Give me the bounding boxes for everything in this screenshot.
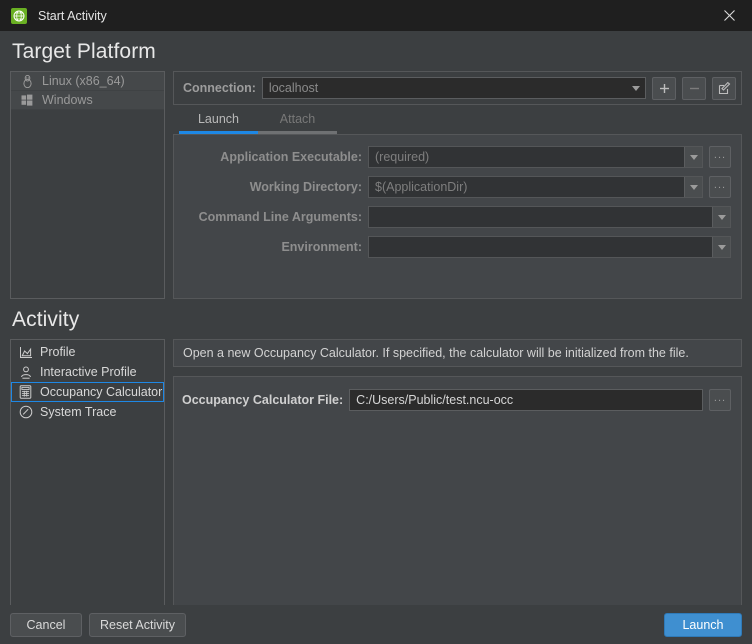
- activity-label-system-trace: System Trace: [40, 405, 116, 419]
- browse-occupancy-file-button[interactable]: ...: [709, 389, 731, 411]
- activity-item-interactive-profile[interactable]: Interactive Profile: [11, 362, 164, 382]
- tab-launch-underline: [179, 131, 258, 134]
- activity-list[interactable]: Profile Interactive Profile: [10, 339, 165, 605]
- activity-label-occupancy-calculator: Occupancy Calculator: [40, 385, 162, 399]
- environment-label: Environment:: [182, 240, 362, 254]
- form-row-working-directory: Working Directory: $(ApplicationDir) ...: [182, 176, 731, 198]
- chevron-down-icon[interactable]: [712, 237, 730, 257]
- platform-label-windows: Windows: [42, 93, 93, 107]
- command-line-arguments-combo[interactable]: [368, 206, 731, 228]
- occupancy-file-input[interactable]: C:/Users/Public/test.ncu-occ: [349, 389, 703, 411]
- linux-penguin-icon: [19, 74, 35, 88]
- target-platform-heading: Target Platform: [12, 40, 742, 64]
- form-row-application-executable: Application Executable: (required) ...: [182, 146, 731, 168]
- application-executable-combo[interactable]: (required): [368, 146, 703, 168]
- title-bar: Start Activity: [0, 0, 752, 31]
- launch-button[interactable]: Launch: [664, 613, 742, 637]
- target-platform-row: Linux (x86_64) Windows: [10, 71, 742, 299]
- launch-attach-tabs: Launch Attach: [173, 109, 742, 134]
- activity-label-profile: Profile: [40, 345, 75, 359]
- chevron-down-icon[interactable]: [627, 78, 645, 98]
- add-connection-button[interactable]: [652, 77, 676, 100]
- browse-application-executable-button[interactable]: ...: [709, 146, 731, 168]
- browse-working-directory-button[interactable]: ...: [709, 176, 731, 198]
- launch-area: Connection: localhost: [173, 71, 742, 299]
- platform-item-windows[interactable]: Windows: [11, 91, 164, 110]
- occupancy-file-row: Occupancy Calculator File: C:/Users/Publ…: [182, 389, 731, 411]
- command-line-arguments-label: Command Line Arguments:: [182, 210, 362, 224]
- environment-combo[interactable]: [368, 236, 731, 258]
- form-row-command-line-arguments: Command Line Arguments:: [182, 206, 731, 228]
- clock-trace-icon: [17, 405, 34, 420]
- reset-activity-button[interactable]: Reset Activity: [89, 613, 186, 637]
- activity-heading: Activity: [12, 308, 742, 332]
- tab-attach-label: Attach: [280, 112, 315, 126]
- activity-item-occupancy-calculator[interactable]: Occupancy Calculator: [11, 382, 164, 402]
- close-icon[interactable]: [706, 0, 752, 31]
- connection-value: localhost: [263, 81, 627, 95]
- activity-item-system-trace[interactable]: System Trace: [11, 402, 164, 422]
- occupancy-file-panel: Occupancy Calculator File: C:/Users/Publ…: [173, 376, 742, 605]
- chevron-down-icon[interactable]: [684, 147, 702, 167]
- application-executable-label: Application Executable:: [182, 150, 362, 164]
- tab-attach-underline: [258, 131, 337, 134]
- nsight-icon: [11, 8, 27, 24]
- platform-list[interactable]: Linux (x86_64) Windows: [10, 71, 165, 299]
- calculator-icon: [17, 385, 34, 400]
- dialog-body: Target Platform Linux (x86_64): [0, 31, 752, 605]
- connection-bar: Connection: localhost: [173, 71, 742, 105]
- platform-label-linux: Linux (x86_64): [42, 74, 125, 88]
- tab-attach[interactable]: Attach: [258, 109, 337, 134]
- connection-label: Connection:: [183, 81, 256, 95]
- cancel-button[interactable]: Cancel: [10, 613, 82, 637]
- person-interactive-icon: [17, 365, 34, 380]
- chart-profile-icon: [17, 345, 34, 360]
- remove-connection-button[interactable]: [682, 77, 706, 100]
- chevron-down-icon[interactable]: [684, 177, 702, 197]
- window-title: Start Activity: [38, 9, 107, 23]
- tab-launch[interactable]: Launch: [179, 109, 258, 134]
- dialog-footer: Cancel Reset Activity Launch: [0, 605, 752, 644]
- occupancy-file-label: Occupancy Calculator File:: [182, 393, 343, 407]
- application-executable-value: (required): [369, 150, 684, 164]
- form-row-environment: Environment:: [182, 236, 731, 258]
- activity-row: Profile Interactive Profile: [10, 339, 742, 605]
- windows-logo-icon: [19, 93, 35, 107]
- start-activity-dialog: Start Activity Target Platform: [0, 0, 752, 644]
- platform-item-linux[interactable]: Linux (x86_64): [11, 72, 164, 91]
- activity-label-interactive-profile: Interactive Profile: [40, 365, 137, 379]
- connection-combo[interactable]: localhost: [262, 77, 646, 99]
- edit-connection-button[interactable]: [712, 77, 736, 100]
- working-directory-value: $(ApplicationDir): [369, 180, 684, 194]
- chevron-down-icon[interactable]: [712, 207, 730, 227]
- activity-description: Open a new Occupancy Calculator. If spec…: [173, 339, 742, 367]
- working-directory-label: Working Directory:: [182, 180, 362, 194]
- activity-item-profile[interactable]: Profile: [11, 342, 164, 362]
- launch-form-panel: Application Executable: (required) ... W…: [173, 134, 742, 299]
- activity-detail-pane: Open a new Occupancy Calculator. If spec…: [173, 339, 742, 605]
- working-directory-combo[interactable]: $(ApplicationDir): [368, 176, 703, 198]
- tab-launch-label: Launch: [198, 112, 239, 126]
